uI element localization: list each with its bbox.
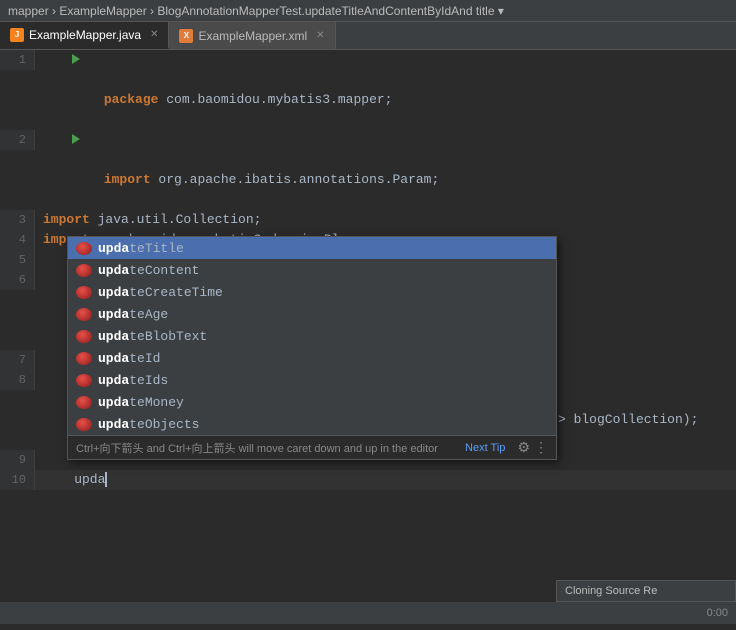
tab-bar: J ExampleMapper.java ✕ X ExampleMapper.x… <box>0 22 736 50</box>
tab-xml-close[interactable]: ✕ <box>316 30 324 41</box>
arrow-marker-2 <box>72 134 80 144</box>
tab-java-close[interactable]: ✕ <box>150 29 158 40</box>
status-time: 0:00 <box>707 607 728 619</box>
ac-bean-icon-7 <box>76 396 92 409</box>
autocomplete-item-0[interactable]: updateTitle <box>68 237 556 259</box>
autocomplete-item-3[interactable]: updateAge <box>68 303 556 325</box>
footer-icons: ⚙ ⋮ <box>517 439 548 456</box>
autocomplete-item-8[interactable]: updateObjects <box>68 413 556 435</box>
ac-bean-icon-6 <box>76 374 92 387</box>
status-bar: 0:00 <box>0 602 736 624</box>
menu-icon[interactable]: ⋮ <box>534 439 548 456</box>
tab-java-label: ExampleMapper.java <box>29 28 141 42</box>
ac-bean-icon-8 <box>76 418 92 431</box>
ac-bean-icon-4 <box>76 330 92 343</box>
autocomplete-dropdown[interactable]: updateTitle updateContent updateCreateTi… <box>67 236 557 460</box>
spinner-icon: ⚙ <box>517 439 530 456</box>
autocomplete-footer: Ctrl+向下箭头 and Ctrl+向上箭头 will move caret … <box>68 435 556 459</box>
autocomplete-item-6[interactable]: updateIds <box>68 369 556 391</box>
autocomplete-item-1[interactable]: updateContent <box>68 259 556 281</box>
cloning-label: Cloning Source Re <box>565 585 657 597</box>
top-bar: mapper › ExampleMapper › BlogAnnotationM… <box>0 0 736 22</box>
autocomplete-item-5[interactable]: updateId <box>68 347 556 369</box>
xml-file-icon: X <box>179 29 193 43</box>
arrow-marker-1 <box>72 54 80 64</box>
cloning-panel: Cloning Source Re <box>556 580 736 602</box>
code-line-2: 2 import org.apache.ibatis.annotations.P… <box>0 130 736 210</box>
ac-bean-icon-0 <box>76 242 92 255</box>
ac-bean-icon-1 <box>76 264 92 277</box>
tab-xml[interactable]: X ExampleMapper.xml ✕ <box>169 22 335 49</box>
java-file-icon: J <box>10 28 24 42</box>
autocomplete-item-7[interactable]: updateMoney <box>68 391 556 413</box>
code-line-3: 3 import java.util.Collection; <box>0 210 736 230</box>
code-line-1: 1 package com.baomidou.mybatis3.mapper; <box>0 50 736 130</box>
autocomplete-item-4[interactable]: updateBlobText <box>68 325 556 347</box>
next-tip-button[interactable]: Next Tip <box>465 442 505 454</box>
tab-xml-label: ExampleMapper.xml <box>198 29 307 43</box>
breadcrumb: mapper › ExampleMapper › BlogAnnotationM… <box>8 4 504 18</box>
autocomplete-hint: Ctrl+向下箭头 and Ctrl+向上箭头 will move caret … <box>76 440 438 456</box>
ac-bean-icon-2 <box>76 286 92 299</box>
tab-java[interactable]: J ExampleMapper.java ✕ <box>0 22 169 49</box>
autocomplete-item-2[interactable]: updateCreateTime <box>68 281 556 303</box>
ac-bean-icon-5 <box>76 352 92 365</box>
code-line-10: 10 upda <box>0 470 736 490</box>
ac-bean-icon-3 <box>76 308 92 321</box>
